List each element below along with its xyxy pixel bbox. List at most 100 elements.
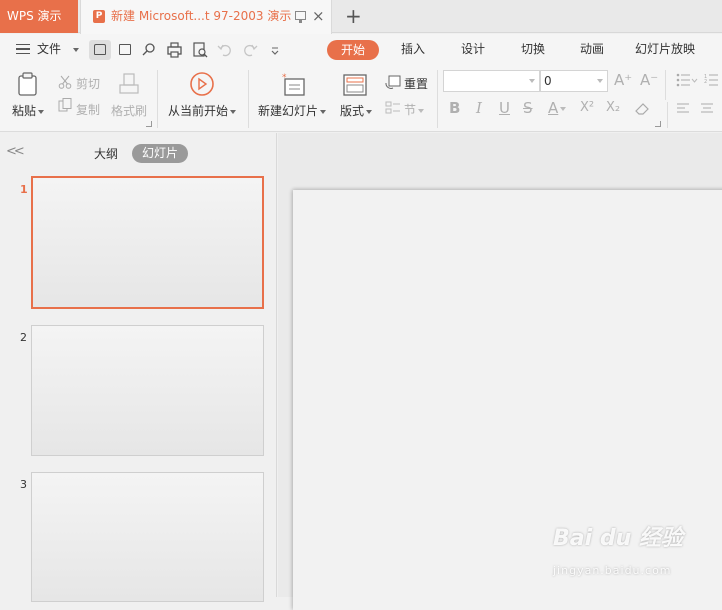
italic-button[interactable]: I: [476, 99, 482, 117]
find-icon[interactable]: [138, 40, 160, 60]
slide-number: 3: [20, 478, 27, 491]
slide-thumbnail[interactable]: [31, 472, 264, 602]
format-painter-icon[interactable]: [118, 72, 142, 98]
title-bar: WPS 演示 P 新建 Microsoft...t 97-2003 演示 × +: [0, 0, 722, 34]
preview-icon: [193, 42, 208, 58]
shrink-font-button[interactable]: A⁻: [640, 71, 658, 89]
document-tab[interactable]: P 新建 Microsoft...t 97-2003 演示 ×: [80, 0, 332, 34]
tab-outline[interactable]: 大纲: [94, 145, 118, 162]
font-color-button[interactable]: A: [548, 99, 567, 117]
tab-start[interactable]: 开始: [327, 40, 379, 60]
separator: [157, 70, 158, 128]
new-tab-plus-icon[interactable]: +: [345, 0, 362, 33]
section-icon[interactable]: [385, 101, 400, 115]
chevron-down-icon: [320, 109, 327, 114]
layout-label: 版式: [340, 104, 365, 118]
underline-button[interactable]: U: [499, 99, 510, 117]
hamburger-menu-icon[interactable]: [16, 44, 30, 54]
new-slide-label: 新建幻灯片: [258, 104, 319, 118]
layout-button[interactable]: 版式: [340, 102, 373, 119]
reset-icon[interactable]: [385, 75, 401, 89]
menu-bar: 文件 开始 插入 设计 切换 动画 幻灯片放映: [0, 34, 722, 64]
chevron-down-icon: [271, 47, 279, 55]
font-color-label: A: [548, 99, 559, 117]
chevron-down-icon: [72, 47, 79, 52]
slide-thumbnail[interactable]: [31, 176, 264, 309]
close-tab-icon[interactable]: ×: [312, 0, 325, 33]
chevron-down-icon: [38, 109, 45, 114]
bold-button[interactable]: B: [449, 99, 460, 117]
numbered-list-icon[interactable]: 12: [704, 73, 722, 87]
undo-arrow-icon: [217, 44, 231, 57]
subscript-button[interactable]: X₂: [606, 100, 620, 115]
redo-arrow-icon: [244, 44, 258, 57]
separator: [665, 70, 666, 100]
bullet-list-icon[interactable]: [676, 73, 698, 87]
align-left-icon[interactable]: [676, 102, 690, 116]
align-center-icon[interactable]: [700, 102, 714, 116]
strikethrough-button[interactable]: S: [523, 99, 533, 117]
tab-insert[interactable]: 插入: [401, 34, 425, 64]
print-preview-icon[interactable]: [189, 40, 211, 60]
font-name-dropdown[interactable]: [443, 70, 540, 92]
watermark-url: jingyan.baidu.com: [553, 564, 672, 577]
tab-start-label: 开始: [340, 43, 365, 57]
monitor-icon[interactable]: [295, 11, 306, 23]
file-menu[interactable]: 文件: [37, 34, 79, 64]
reset-button[interactable]: 重置: [404, 75, 428, 92]
print-icon[interactable]: [163, 40, 185, 60]
layout-icon[interactable]: [343, 74, 367, 100]
separator: [248, 70, 249, 128]
separator: [437, 70, 438, 128]
collapse-panel-icon[interactable]: <<: [6, 144, 25, 159]
tab-transition[interactable]: 切换: [521, 34, 545, 64]
save-icon[interactable]: [114, 40, 136, 60]
copy-button[interactable]: 复制: [76, 101, 100, 118]
superscript-button[interactable]: X²: [580, 100, 594, 115]
new-slide-icon[interactable]: *: [281, 72, 305, 98]
open-folder-icon[interactable]: [89, 40, 111, 60]
tab-animation[interactable]: 动画: [580, 34, 604, 64]
scissors-icon[interactable]: [58, 75, 72, 89]
paste-button[interactable]: 粘贴: [12, 102, 45, 119]
chevron-down-icon: [597, 79, 603, 83]
paste-label: 粘贴: [12, 104, 37, 118]
app-tab-wps-presentation[interactable]: WPS 演示: [0, 0, 78, 33]
chevron-down-icon: [230, 109, 237, 114]
watermark-logo-text: Bai du 经验: [553, 526, 683, 551]
chevron-down-icon: [418, 108, 425, 113]
slide-number: 2: [20, 331, 27, 344]
tab-slideshow[interactable]: 幻灯片放映: [635, 34, 695, 64]
start-from-current-button[interactable]: 从当前开始: [168, 102, 237, 119]
section-label: 节: [404, 103, 417, 117]
format-painter-button[interactable]: 格式刷: [111, 102, 147, 119]
svg-text:2: 2: [704, 79, 707, 85]
chevron-down-icon: [366, 109, 373, 114]
font-expand-icon[interactable]: [655, 121, 661, 127]
new-slide-button[interactable]: 新建幻灯片: [258, 102, 327, 119]
paste-icon[interactable]: [16, 72, 40, 98]
copy-icon[interactable]: [58, 98, 72, 112]
file-menu-label: 文件: [37, 42, 62, 56]
customize-quick-access-icon[interactable]: [264, 40, 286, 60]
svg-text:*: *: [282, 73, 287, 83]
section-button[interactable]: 节: [404, 101, 425, 118]
grow-font-button[interactable]: A⁺: [614, 71, 632, 89]
slide-number: 1: [20, 183, 28, 196]
chevron-down-icon: [529, 79, 535, 83]
chevron-down-icon: [560, 106, 567, 111]
redo-icon[interactable]: [239, 40, 261, 60]
eraser-icon[interactable]: [634, 102, 649, 116]
font-size-dropdown[interactable]: 0: [540, 70, 608, 92]
separator: [667, 102, 668, 128]
ribbon-toolbar: 粘贴 剪切 复制 格式刷 从当前开始 * 新建幻灯片 版式 重置 节 0 A⁺ …: [0, 64, 722, 132]
undo-icon[interactable]: [214, 40, 236, 60]
tab-slides[interactable]: 幻灯片: [132, 144, 188, 163]
clipboard-expand-icon[interactable]: [146, 121, 152, 127]
baidu-watermark: Bai du 经验 jingyan.baidu.com: [553, 520, 683, 577]
slide-thumbnail[interactable]: [31, 325, 264, 456]
tab-design[interactable]: 设计: [461, 34, 485, 64]
font-size-value: 0: [544, 74, 552, 88]
play-icon[interactable]: [189, 71, 214, 97]
cut-button[interactable]: 剪切: [76, 75, 100, 92]
